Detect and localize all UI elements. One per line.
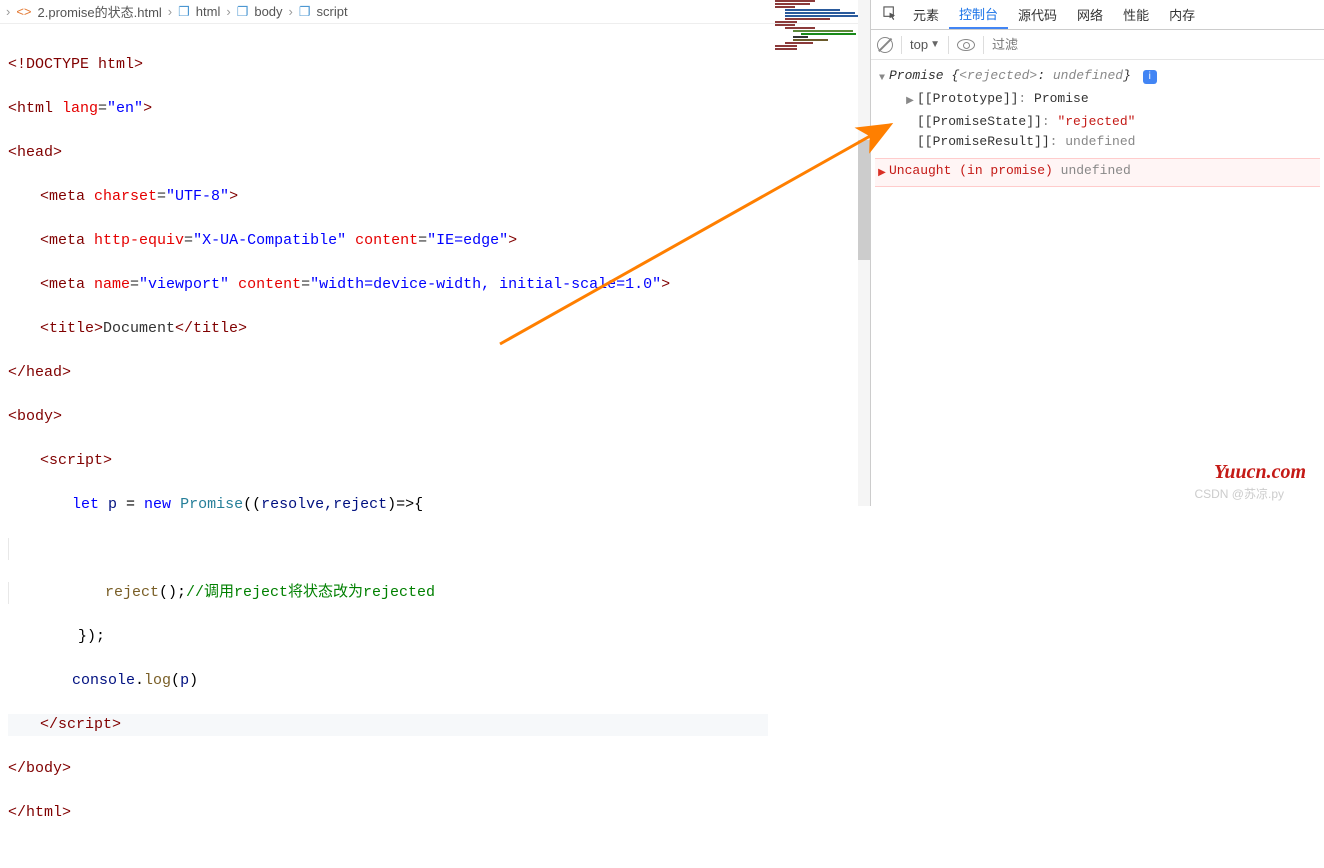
promise-result-row: [[PromiseResult]]: undefined — [875, 132, 1320, 152]
prototype-row[interactable]: ▶ [[Prototype]]: Promise — [875, 89, 1320, 112]
info-icon[interactable]: i — [1143, 70, 1157, 84]
tab-elements[interactable]: 元素 — [903, 0, 949, 29]
minimap[interactable] — [775, 0, 870, 60]
console-promise-object[interactable]: ▼ Promise {<rejected>: undefined} i — [875, 66, 1320, 89]
tab-console[interactable]: 控制台 — [949, 0, 1008, 29]
devtools-panel: 元素 控制台 源代码 网络 性能 内存 top ▼ ▼ Promise {<re… — [870, 0, 1324, 506]
filter-input[interactable] — [992, 37, 1324, 52]
tab-performance[interactable]: 性能 — [1113, 0, 1159, 29]
console-error-row[interactable]: ▶ Uncaught (in promise) undefined — [875, 158, 1320, 187]
breadcrumb-body[interactable]: body — [254, 4, 282, 19]
console-toolbar: top ▼ — [871, 30, 1324, 60]
inspect-icon[interactable] — [877, 6, 903, 24]
code-area[interactable]: <!DOCTYPE html> <html lang="en"> <head> … — [0, 24, 870, 868]
devtools-tabs: 元素 控制台 源代码 网络 性能 内存 — [871, 0, 1324, 30]
csdn-watermark: CSDN @苏凉.py — [1194, 485, 1284, 502]
file-icon: <> — [16, 4, 31, 19]
breadcrumb-html[interactable]: html — [196, 4, 221, 19]
cube-icon: ❐ — [299, 4, 311, 20]
cube-icon: ❐ — [237, 4, 249, 20]
breadcrumb: › <> 2.promise的状态.html › ❐ html › ❐ body… — [0, 0, 870, 24]
tab-network[interactable]: 网络 — [1067, 0, 1113, 29]
expand-icon[interactable]: ▶ — [903, 89, 917, 112]
live-expression-icon[interactable] — [957, 39, 975, 51]
watermark: Yuucn.com — [1214, 461, 1306, 484]
editor-scrollbar[interactable] — [858, 0, 870, 506]
console-output: ▼ Promise {<rejected>: undefined} i ▶ [[… — [871, 60, 1324, 506]
expand-icon[interactable]: ▼ — [875, 66, 889, 89]
code-editor: › <> 2.promise的状态.html › ❐ html › ❐ body… — [0, 0, 870, 506]
breadcrumb-file[interactable]: 2.promise的状态.html — [38, 2, 162, 21]
cube-icon: ❐ — [178, 4, 190, 20]
error-expand-icon[interactable]: ▶ — [875, 161, 889, 184]
tab-memory[interactable]: 内存 — [1159, 0, 1205, 29]
breadcrumb-script[interactable]: script — [317, 4, 348, 19]
clear-console-icon[interactable] — [877, 37, 893, 53]
promise-state-row: [[PromiseState]]: "rejected" — [875, 112, 1320, 132]
context-selector[interactable]: top ▼ — [910, 37, 940, 52]
tab-sources[interactable]: 源代码 — [1008, 0, 1067, 29]
